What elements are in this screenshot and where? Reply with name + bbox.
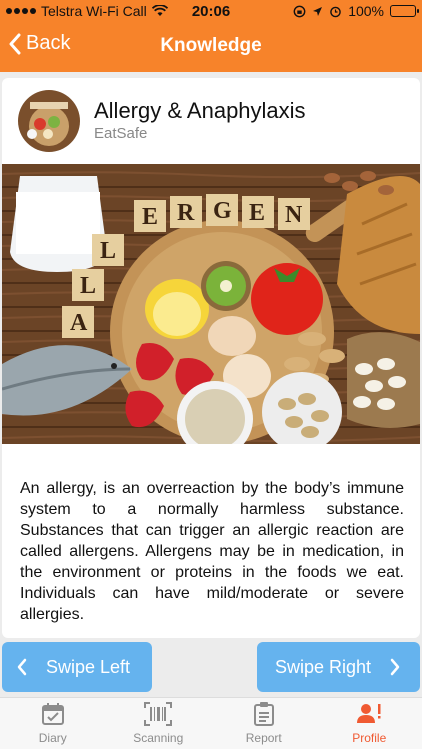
rotation-lock-icon <box>293 5 306 17</box>
svg-text:L: L <box>80 273 96 299</box>
chevron-right-icon <box>390 658 400 676</box>
tab-diary[interactable]: Diary <box>0 698 106 749</box>
calendar-icon <box>41 703 64 725</box>
barcode-icon <box>144 702 173 726</box>
battery-icon <box>390 5 419 17</box>
svg-text:E: E <box>142 204 158 230</box>
tab-label: Profile <box>352 731 387 745</box>
status-bar: Telstra Wi-Fi Call 20:06 100% <box>0 0 422 22</box>
battery-percent: 100% <box>348 3 384 19</box>
svg-text:R: R <box>177 200 195 226</box>
tab-report[interactable]: Report <box>211 698 317 749</box>
svg-text:G: G <box>213 198 232 224</box>
page-title: Knowledge <box>160 35 262 56</box>
svg-text:E: E <box>249 200 265 226</box>
article-source: EatSafe <box>94 125 148 142</box>
article-card: Allergy & Anaphylaxis EatSafe E R G E N … <box>2 78 420 638</box>
clipboard-icon <box>253 702 274 726</box>
location-icon <box>313 6 323 16</box>
chevron-left-icon <box>17 658 27 676</box>
swipe-right-label: Swipe Right <box>275 656 372 677</box>
article-body: An allergy, is an overreaction by the bo… <box>20 480 404 623</box>
svg-text:A: A <box>70 310 88 336</box>
tab-scanning[interactable]: Scanning <box>106 698 212 749</box>
tab-label: Report <box>245 731 282 745</box>
swipe-left-label: Swipe Left <box>46 656 131 677</box>
swipe-right-button[interactable]: Swipe Right <box>257 642 420 692</box>
tab-label: Scanning <box>133 731 184 745</box>
profile-alert-icon <box>357 704 381 723</box>
tab-bar: Diary Scanning Report Profile <box>0 697 422 749</box>
alarm-icon <box>330 6 341 17</box>
svg-text:N: N <box>285 202 303 228</box>
status-right: 100% <box>293 3 419 19</box>
tab-label: Diary <box>38 731 67 745</box>
swipe-left-button[interactable]: Swipe Left <box>2 642 152 692</box>
article-title: Allergy & Anaphylaxis <box>94 98 306 123</box>
header-bar: Telstra Wi-Fi Call 20:06 100% Back Knowl… <box>0 0 422 72</box>
article-header: Allergy & Anaphylaxis EatSafe <box>2 78 420 162</box>
tab-profile[interactable]: Profile <box>317 698 422 749</box>
article-thumbnail <box>18 90 80 152</box>
svg-text:L: L <box>100 238 116 264</box>
article-image: ERG EN LLA <box>2 164 420 444</box>
